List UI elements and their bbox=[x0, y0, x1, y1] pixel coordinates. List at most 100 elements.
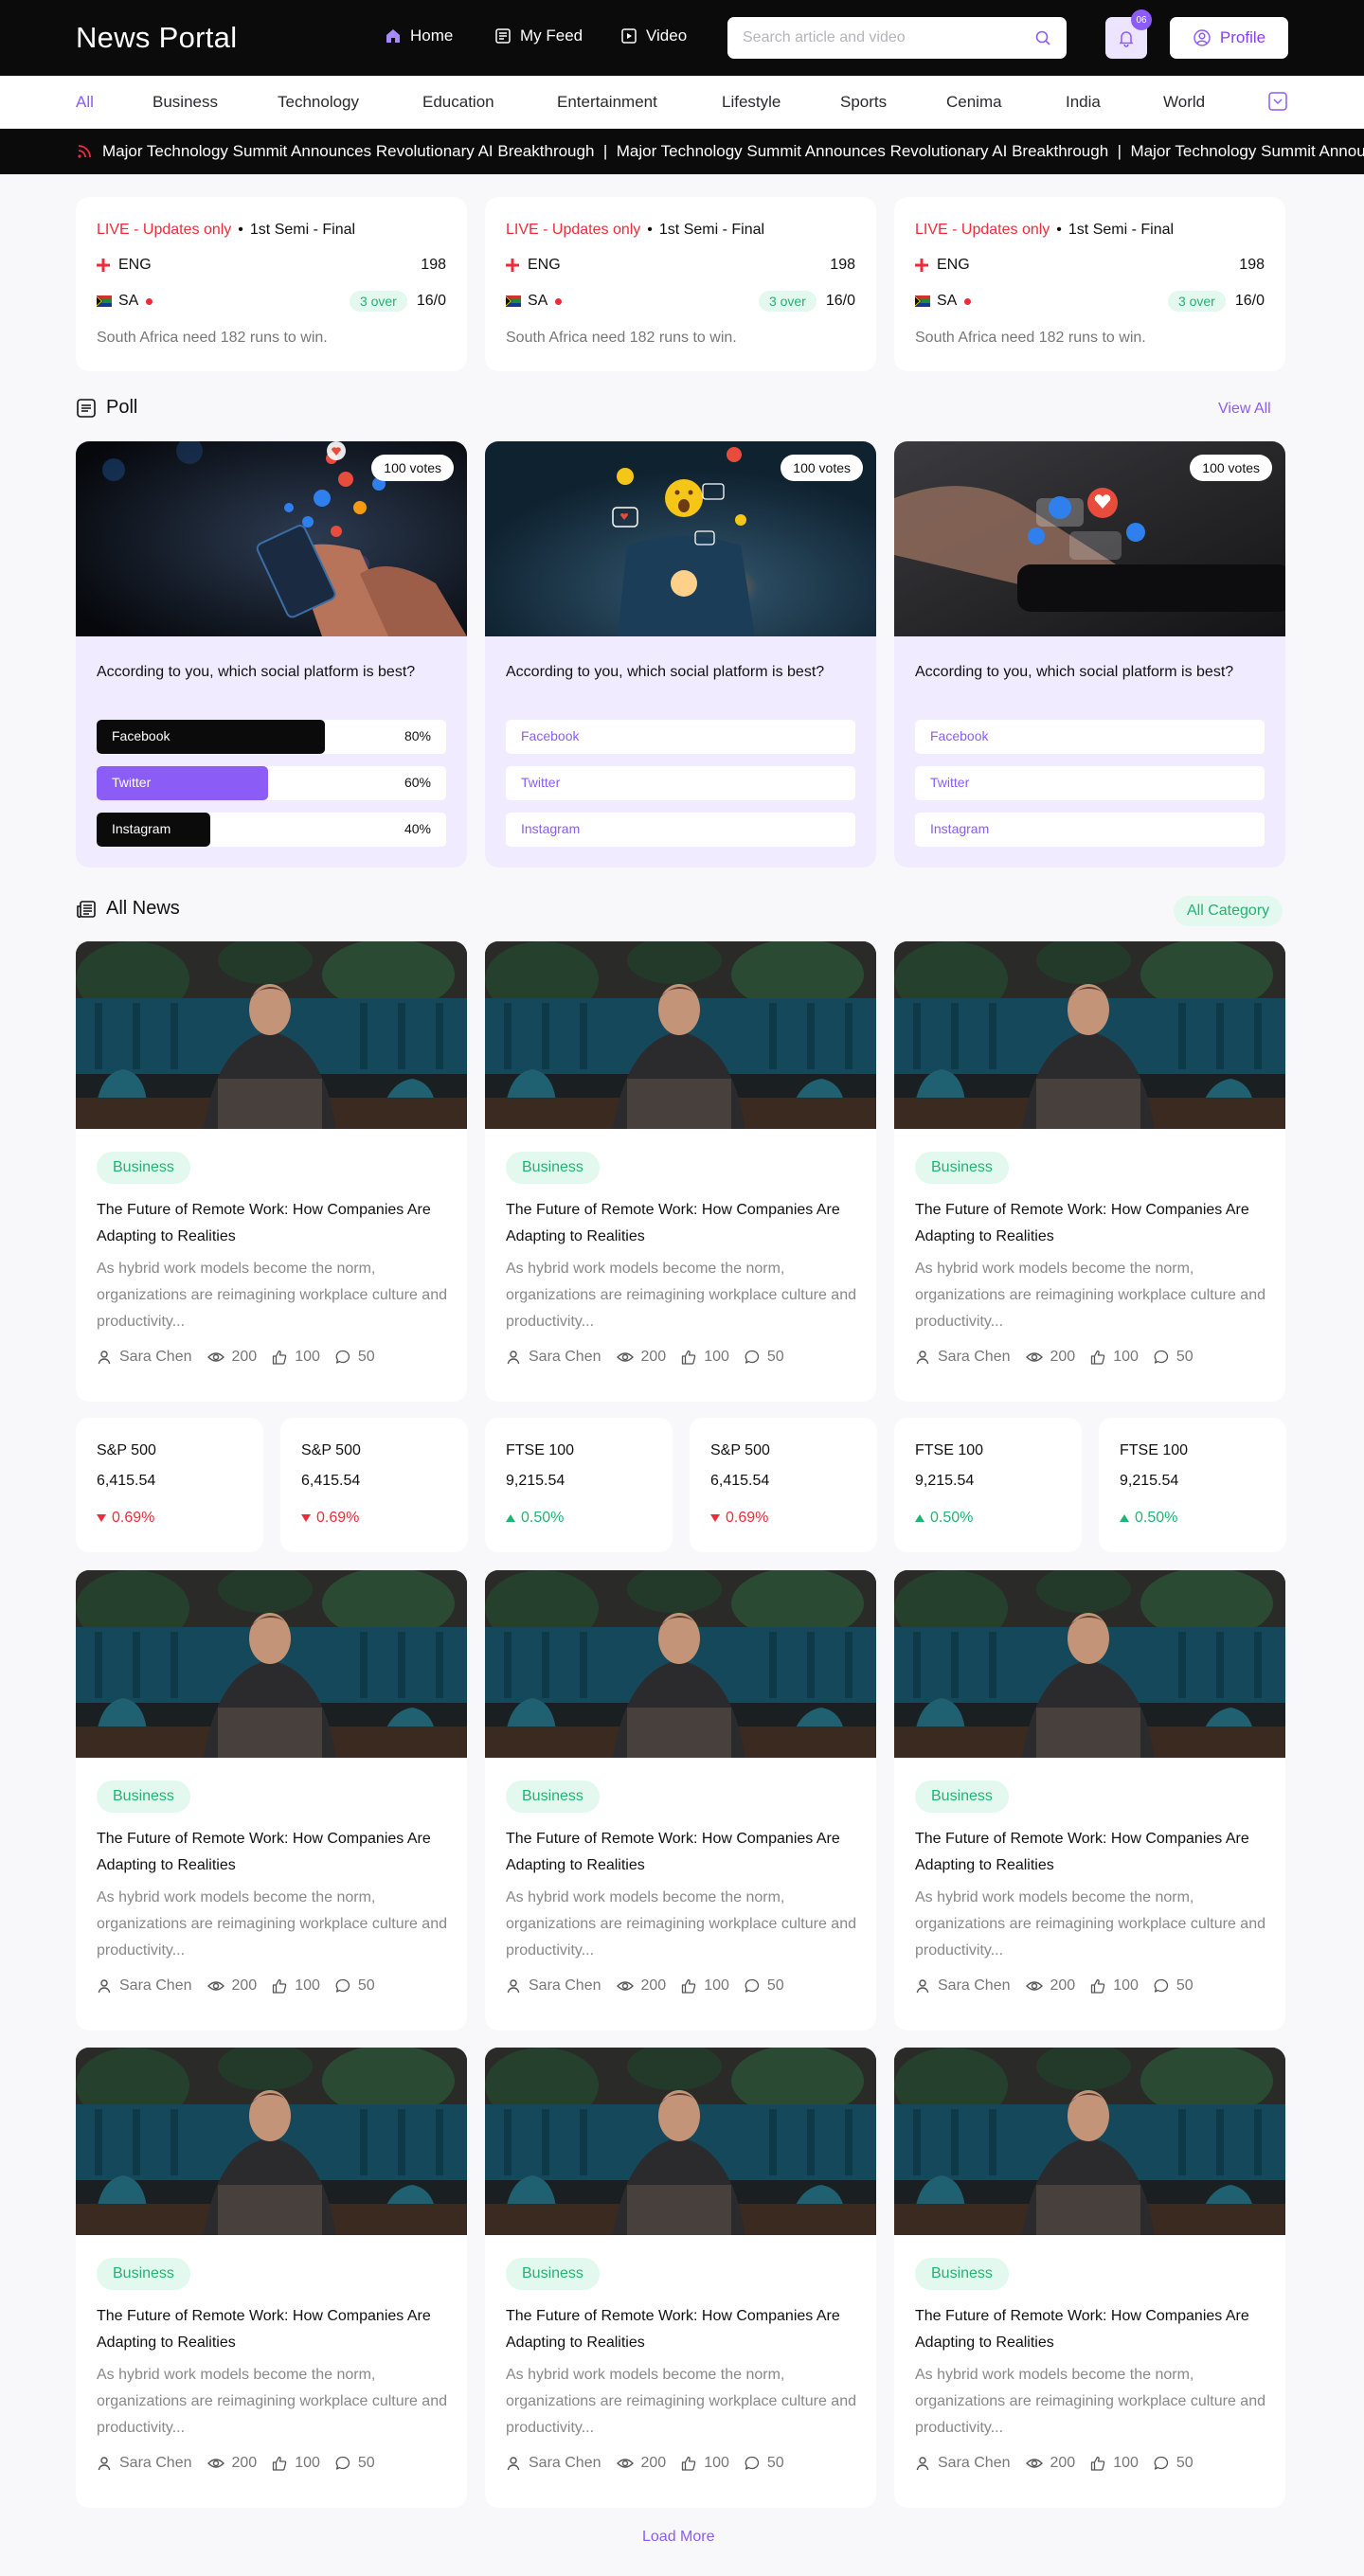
poll-option[interactable]: Instagram 40% bbox=[97, 813, 446, 847]
profile-button[interactable]: Profile bbox=[1170, 17, 1288, 59]
thumbs-up-icon[interactable] bbox=[272, 1350, 287, 1365]
news-card[interactable]: Business The Future of Remote Work: How C… bbox=[485, 1570, 876, 2030]
poll-option[interactable]: Instagram bbox=[506, 813, 855, 847]
stock-card[interactable]: S&P 500 6,415.54 0.69% bbox=[690, 1418, 877, 1552]
news-headline[interactable]: The Future of Remote Work: How Companies… bbox=[97, 1197, 447, 1250]
news-category-tag[interactable]: Business bbox=[506, 2258, 600, 2290]
news-card[interactable]: Business The Future of Remote Work: How C… bbox=[485, 2048, 876, 2508]
category-dropdown-icon[interactable] bbox=[1267, 91, 1288, 112]
comments-stat[interactable]: 50 bbox=[335, 2455, 375, 2472]
stock-card[interactable]: S&P 500 6,415.54 0.69% bbox=[280, 1418, 468, 1552]
news-category-tag[interactable]: Business bbox=[97, 2258, 190, 2290]
news-headline[interactable]: The Future of Remote Work: How Companies… bbox=[506, 1826, 856, 1879]
news-category-tag[interactable]: Business bbox=[915, 1152, 1009, 1184]
comments-stat[interactable]: 50 bbox=[745, 1349, 784, 1366]
comment-icon[interactable] bbox=[1154, 2456, 1169, 2471]
poll-option[interactable]: Facebook 80% bbox=[97, 720, 446, 754]
thumbs-up-icon[interactable] bbox=[681, 1978, 696, 1994]
thumbs-up-icon[interactable] bbox=[272, 2456, 287, 2471]
comment-icon[interactable] bbox=[335, 1978, 350, 1994]
comment-icon[interactable] bbox=[335, 1350, 350, 1365]
news-headline[interactable]: The Future of Remote Work: How Companies… bbox=[915, 2303, 1265, 2356]
category-education[interactable]: Education bbox=[422, 93, 494, 112]
category-all[interactable]: All bbox=[76, 93, 94, 112]
likes-stat[interactable]: 100 bbox=[272, 1977, 320, 1995]
score-card[interactable]: LIVE - Updates only • 1st Semi - Final ENG 1… bbox=[76, 197, 467, 371]
comments-stat[interactable]: 50 bbox=[1154, 2455, 1194, 2472]
poll-view-all-link[interactable]: View All bbox=[1218, 401, 1271, 418]
comment-icon[interactable] bbox=[745, 1978, 760, 1994]
all-category-button[interactable]: All Category bbox=[1174, 896, 1283, 926]
news-category-tag[interactable]: Business bbox=[915, 2258, 1009, 2290]
news-card[interactable]: Business The Future of Remote Work: How C… bbox=[76, 1570, 467, 2030]
poll-option[interactable]: Twitter 60% bbox=[97, 766, 446, 800]
load-more-button[interactable]: Load More bbox=[642, 2529, 715, 2546]
comment-icon[interactable] bbox=[335, 2456, 350, 2471]
comment-icon[interactable] bbox=[745, 1350, 760, 1365]
news-headline[interactable]: The Future of Remote Work: How Companies… bbox=[97, 1826, 447, 1879]
stock-card[interactable]: FTSE 100 9,215.54 0.50% bbox=[1099, 1418, 1286, 1552]
comments-stat[interactable]: 50 bbox=[745, 2455, 784, 2472]
thumbs-up-icon[interactable] bbox=[1090, 2456, 1105, 2471]
likes-stat[interactable]: 100 bbox=[1090, 1349, 1139, 1366]
comments-stat[interactable]: 50 bbox=[745, 1977, 784, 1995]
news-category-tag[interactable]: Business bbox=[97, 1152, 190, 1184]
news-card[interactable]: Business The Future of Remote Work: How C… bbox=[76, 941, 467, 1402]
news-card[interactable]: Business The Future of Remote Work: How C… bbox=[485, 941, 876, 1402]
news-headline[interactable]: The Future of Remote Work: How Companies… bbox=[97, 2303, 447, 2356]
nav-my-feed[interactable]: My Feed bbox=[494, 27, 583, 45]
likes-stat[interactable]: 100 bbox=[681, 1977, 729, 1995]
search-icon[interactable] bbox=[1034, 29, 1051, 46]
category-business[interactable]: Business bbox=[153, 93, 218, 112]
poll-option[interactable]: Instagram bbox=[915, 813, 1265, 847]
likes-stat[interactable]: 100 bbox=[1090, 1977, 1139, 1995]
score-card[interactable]: LIVE - Updates only • 1st Semi - Final ENG 1… bbox=[485, 197, 876, 371]
comments-stat[interactable]: 50 bbox=[335, 1977, 375, 1995]
news-category-tag[interactable]: Business bbox=[506, 1152, 600, 1184]
thumbs-up-icon[interactable] bbox=[1090, 1978, 1105, 1994]
news-card[interactable]: Business The Future of Remote Work: How C… bbox=[894, 2048, 1285, 2508]
category-india[interactable]: India bbox=[1066, 93, 1101, 112]
stock-card[interactable]: FTSE 100 9,215.54 0.50% bbox=[894, 1418, 1082, 1552]
category-world[interactable]: World bbox=[1163, 93, 1205, 112]
thumbs-up-icon[interactable] bbox=[681, 1350, 696, 1365]
news-category-tag[interactable]: Business bbox=[97, 1780, 190, 1813]
thumbs-up-icon[interactable] bbox=[681, 2456, 696, 2471]
likes-stat[interactable]: 100 bbox=[681, 2455, 729, 2472]
category-entertainment[interactable]: Entertainment bbox=[557, 93, 657, 112]
site-logo[interactable]: News Portal bbox=[76, 21, 237, 55]
likes-stat[interactable]: 100 bbox=[681, 1349, 729, 1366]
news-category-tag[interactable]: Business bbox=[506, 1780, 600, 1813]
likes-stat[interactable]: 100 bbox=[272, 2455, 320, 2472]
category-cenima[interactable]: Cenima bbox=[946, 93, 1002, 112]
news-headline[interactable]: The Future of Remote Work: How Companies… bbox=[506, 2303, 856, 2356]
poll-option[interactable]: Facebook bbox=[506, 720, 855, 754]
comment-icon[interactable] bbox=[1154, 1350, 1169, 1365]
thumbs-up-icon[interactable] bbox=[1090, 1350, 1105, 1365]
news-headline[interactable]: The Future of Remote Work: How Companies… bbox=[915, 1826, 1265, 1879]
likes-stat[interactable]: 100 bbox=[1090, 2455, 1139, 2472]
comments-stat[interactable]: 50 bbox=[1154, 1977, 1194, 1995]
news-card[interactable]: Business The Future of Remote Work: How C… bbox=[894, 1570, 1285, 2030]
comments-stat[interactable]: 50 bbox=[335, 1349, 375, 1366]
category-technology[interactable]: Technology bbox=[278, 93, 359, 112]
comment-icon[interactable] bbox=[1154, 1978, 1169, 1994]
nav-home[interactable]: Home bbox=[385, 27, 453, 45]
news-category-tag[interactable]: Business bbox=[915, 1780, 1009, 1813]
stock-card[interactable]: FTSE 100 9,215.54 0.50% bbox=[485, 1418, 673, 1552]
category-sports[interactable]: Sports bbox=[840, 93, 887, 112]
likes-stat[interactable]: 100 bbox=[272, 1349, 320, 1366]
nav-video[interactable]: Video bbox=[620, 27, 687, 45]
category-lifestyle[interactable]: Lifestyle bbox=[722, 93, 781, 112]
news-card[interactable]: Business The Future of Remote Work: How C… bbox=[894, 941, 1285, 1402]
news-headline[interactable]: The Future of Remote Work: How Companies… bbox=[915, 1197, 1265, 1250]
search-input[interactable] bbox=[743, 29, 1034, 46]
poll-option[interactable]: Facebook bbox=[915, 720, 1265, 754]
poll-option[interactable]: Twitter bbox=[506, 766, 855, 800]
poll-option[interactable]: Twitter bbox=[915, 766, 1265, 800]
news-card[interactable]: Business The Future of Remote Work: How C… bbox=[76, 2048, 467, 2508]
thumbs-up-icon[interactable] bbox=[272, 1978, 287, 1994]
comments-stat[interactable]: 50 bbox=[1154, 1349, 1194, 1366]
news-headline[interactable]: The Future of Remote Work: How Companies… bbox=[506, 1197, 856, 1250]
stock-card[interactable]: S&P 500 6,415.54 0.69% bbox=[76, 1418, 263, 1552]
